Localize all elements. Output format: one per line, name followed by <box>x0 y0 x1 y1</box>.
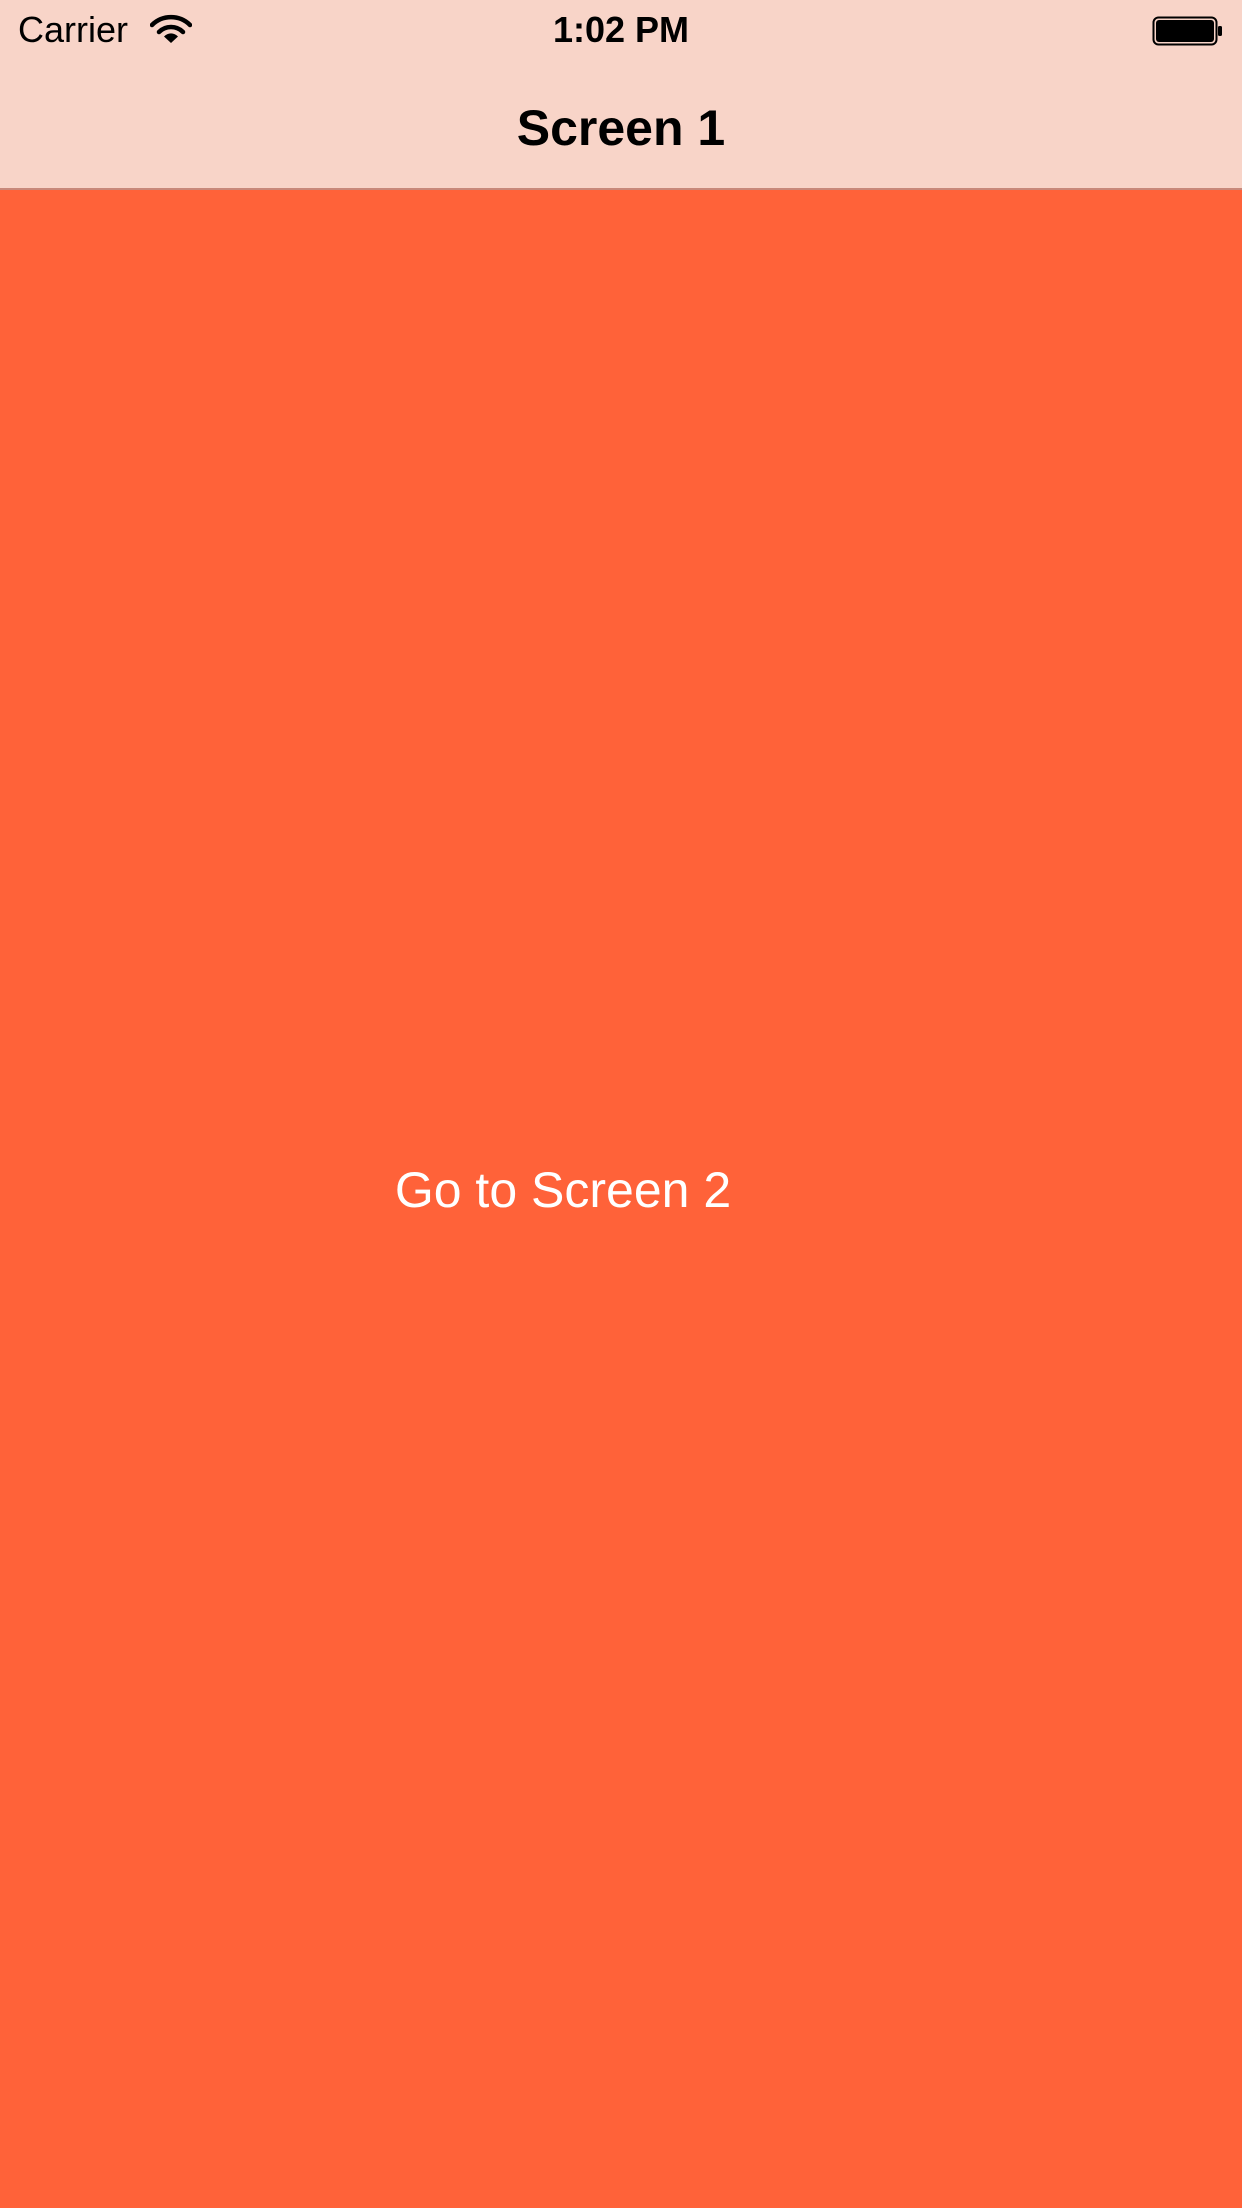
battery-icon <box>1152 16 1222 46</box>
status-time: 1:02 PM <box>552 9 690 50</box>
navigation-bar: Screen 1 <box>0 60 1242 188</box>
status-bar: Carrier 1:02 PM <box>0 0 1242 60</box>
go-to-screen-2-button[interactable]: Go to Screen 2 <box>380 1150 746 1230</box>
top-bar: Carrier 1:02 PM Screen 1 <box>0 0 1242 190</box>
page-title: Screen 1 <box>516 100 726 156</box>
main-content: Go to Screen 2 <box>0 190 1242 2208</box>
